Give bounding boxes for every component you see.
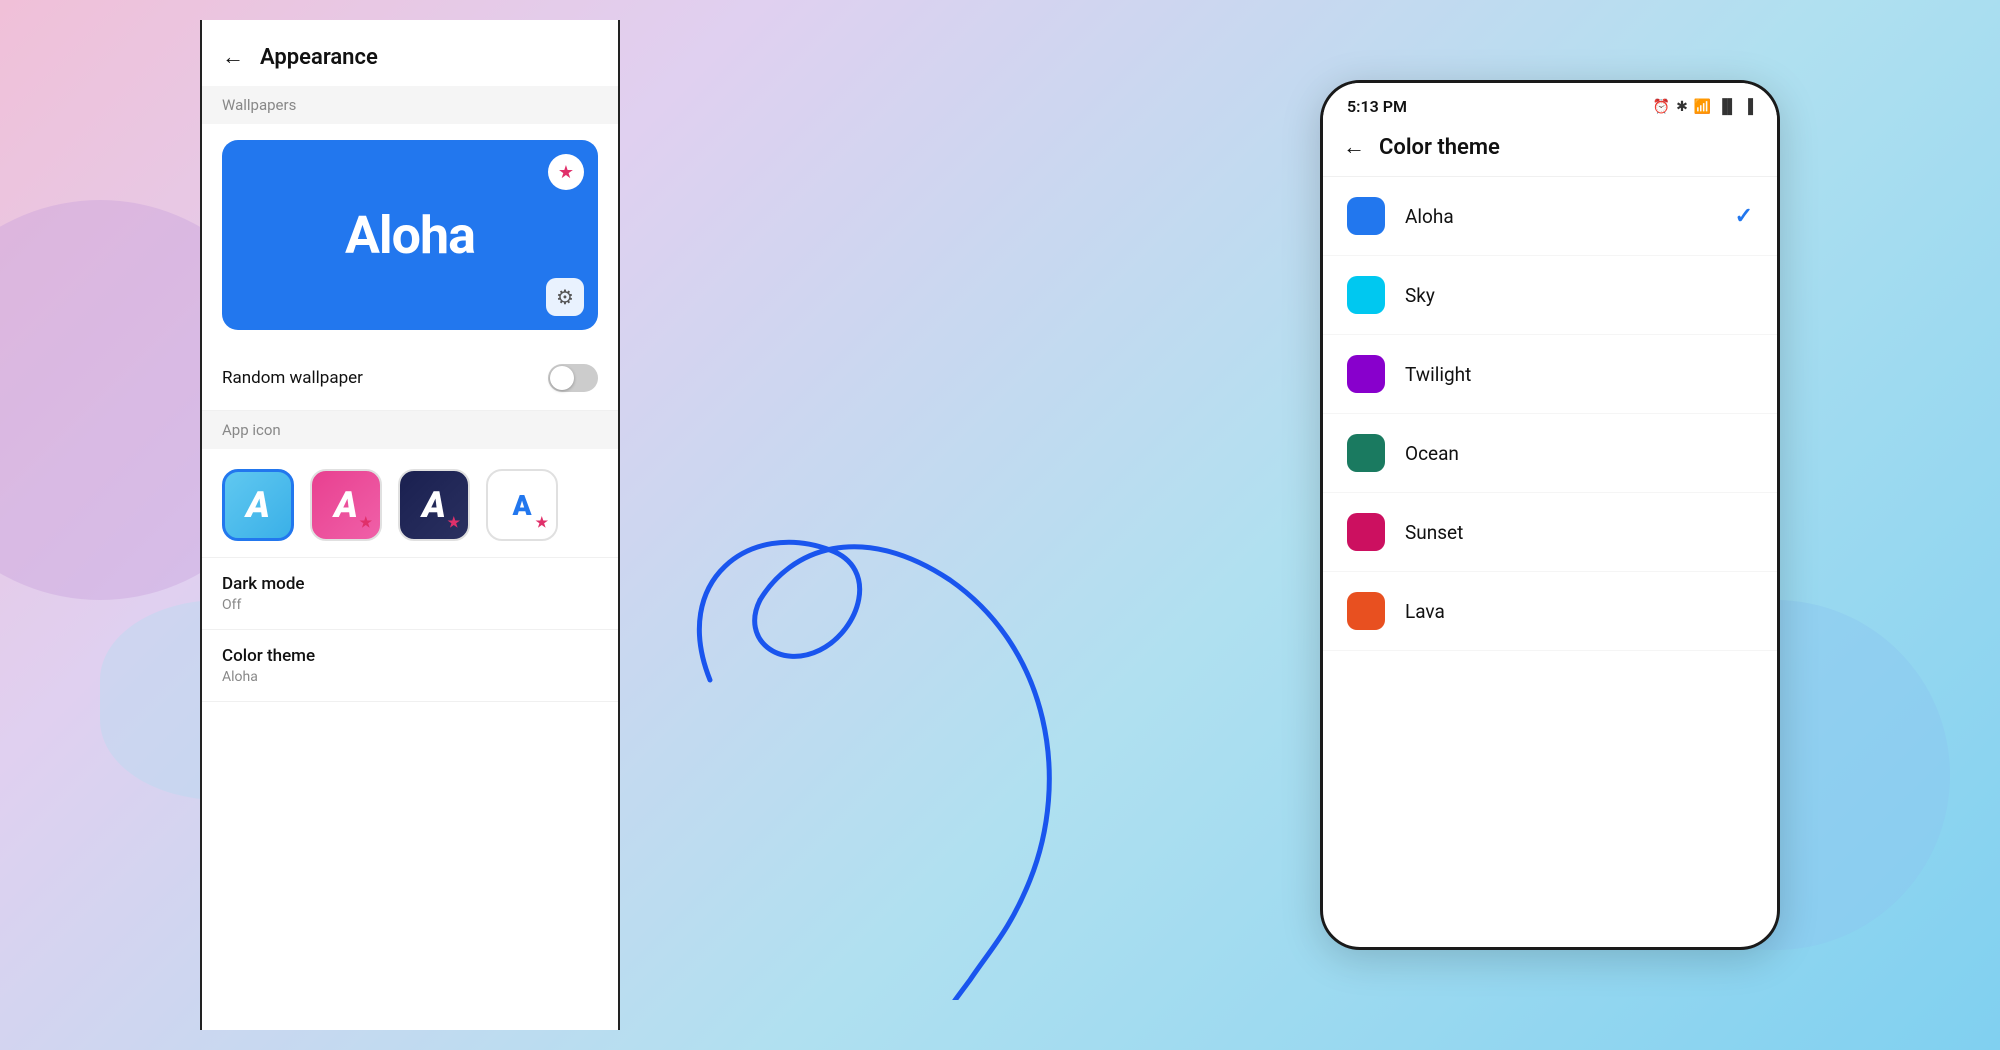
app-icon-sky[interactable]: A xyxy=(222,469,294,541)
theme-item-sky[interactable]: Sky xyxy=(1323,256,1777,335)
app-icon-pink-star: ★ xyxy=(359,515,372,531)
status-time: 5:13 PM xyxy=(1347,97,1407,116)
wallpaper-gear-icon[interactable]: ⚙ xyxy=(546,278,584,316)
app-icon-outline-star: ★ xyxy=(535,515,548,531)
theme-item-twilight[interactable]: Twilight xyxy=(1323,335,1777,414)
panel-title: Appearance xyxy=(260,45,378,70)
dark-mode-row[interactable]: Dark mode Off xyxy=(202,558,618,630)
theme-name-ocean: Ocean xyxy=(1405,442,1753,465)
app-icon-section: A A ★ A ★ A ★ xyxy=(202,449,618,558)
status-bar: 5:13 PM ⏰ ✱ 📶 ▐▌ ▐ xyxy=(1323,83,1777,124)
dark-mode-label: Dark mode xyxy=(222,574,598,594)
random-wallpaper-row[interactable]: Random wallpaper xyxy=(202,346,618,411)
color-theme-title: Color theme xyxy=(1379,135,1500,160)
color-theme-label: Color theme xyxy=(222,646,598,666)
toggle-knob xyxy=(550,366,574,390)
bluetooth-icon: ✱ xyxy=(1676,99,1688,115)
app-icon-pink[interactable]: A ★ xyxy=(310,469,382,541)
random-wallpaper-label: Random wallpaper xyxy=(222,368,363,388)
color-theme-row[interactable]: Color theme Aloha xyxy=(202,630,618,702)
theme-color-lava xyxy=(1347,592,1385,630)
back-arrow-icon[interactable]: ← xyxy=(222,44,244,70)
battery-icon: ▐ xyxy=(1743,98,1753,115)
theme-name-sunset: Sunset xyxy=(1405,521,1753,544)
theme-name-twilight: Twilight xyxy=(1405,363,1753,386)
theme-item-lava[interactable]: Lava xyxy=(1323,572,1777,651)
theme-item-sunset[interactable]: Sunset xyxy=(1323,493,1777,572)
app-icon-outline-letter: A xyxy=(512,489,531,522)
theme-color-twilight xyxy=(1347,355,1385,393)
theme-color-aloha xyxy=(1347,197,1385,235)
app-icon-pink-letter: A xyxy=(334,484,358,526)
phone-header: ← Color theme xyxy=(1323,124,1777,177)
wallpaper-card[interactable]: ★ Aloha ⚙ xyxy=(222,140,598,330)
color-theme-value: Aloha xyxy=(222,669,598,685)
right-phone: 5:13 PM ⏰ ✱ 📶 ▐▌ ▐ ← Color theme Aloha✓ S… xyxy=(1320,80,1780,950)
theme-name-aloha: Aloha xyxy=(1405,205,1735,228)
theme-item-ocean[interactable]: Ocean xyxy=(1323,414,1777,493)
app-icon-dark-star: ★ xyxy=(447,515,460,531)
theme-color-ocean xyxy=(1347,434,1385,472)
theme-name-sky: Sky xyxy=(1405,284,1753,307)
panel-header: ← Appearance xyxy=(202,20,618,86)
app-icons-row: A A ★ A ★ A ★ xyxy=(222,469,598,541)
app-icon-dark[interactable]: A ★ xyxy=(398,469,470,541)
theme-check-icon: ✓ xyxy=(1735,204,1753,229)
signal-icon: ▐▌ xyxy=(1717,98,1737,115)
app-icon-section-label: App icon xyxy=(202,411,618,449)
theme-color-sunset xyxy=(1347,513,1385,551)
app-icon-dark-letter: A xyxy=(422,484,446,526)
wifi-icon: 📶 xyxy=(1694,99,1711,115)
alarm-icon: ⏰ xyxy=(1653,99,1670,115)
status-icons: ⏰ ✱ 📶 ▐▌ ▐ xyxy=(1653,98,1753,115)
wallpaper-star-icon[interactable]: ★ xyxy=(548,154,584,190)
wallpaper-title: Aloha xyxy=(345,205,475,266)
theme-list: Aloha✓ Sky Twilight Ocean Sunset Lava xyxy=(1323,177,1777,651)
dark-mode-value: Off xyxy=(222,597,598,613)
random-wallpaper-toggle[interactable] xyxy=(548,364,598,392)
theme-item-aloha[interactable]: Aloha✓ xyxy=(1323,177,1777,256)
wallpapers-section-label: Wallpapers xyxy=(202,86,618,124)
theme-name-lava: Lava xyxy=(1405,600,1753,623)
annotation-arrow xyxy=(550,500,1250,1000)
app-icon-outline[interactable]: A ★ xyxy=(486,469,558,541)
theme-color-sky xyxy=(1347,276,1385,314)
phone-back-arrow-icon[interactable]: ← xyxy=(1343,134,1365,160)
left-panel: ← Appearance Wallpapers ★ Aloha ⚙ Random… xyxy=(200,20,620,1030)
app-icon-sky-letter: A xyxy=(246,484,270,526)
